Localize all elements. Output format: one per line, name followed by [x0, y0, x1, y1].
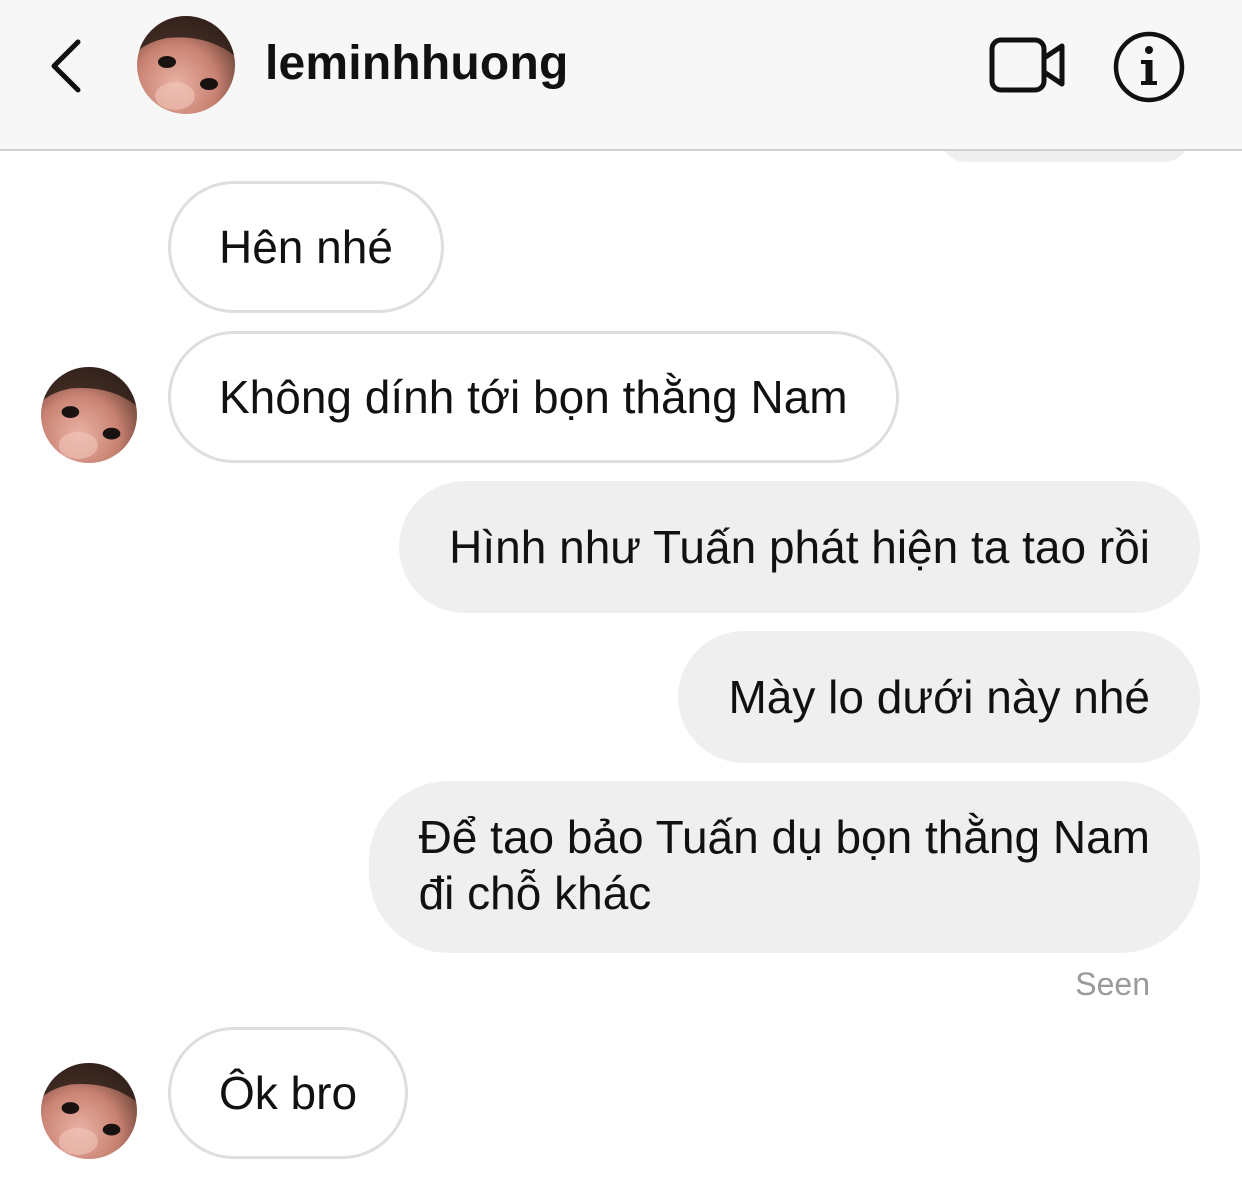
message-text: Không dính tới bọn thằng Nam [219, 371, 848, 423]
message-text: Mày lo dưới này nhé [728, 671, 1150, 723]
message-bubble-outgoing[interactable]: Hình như Tuấn phát hiện ta tao rồi [399, 481, 1200, 613]
avatar-photo [137, 16, 235, 114]
back-button[interactable] [40, 32, 100, 102]
avatar-photo [41, 1063, 137, 1159]
message-text-line-1: Để tao bảo Tuấn dụ bọn thằng Nam [418, 811, 1150, 863]
message-text-line-2: đi chỗ khác [418, 867, 652, 919]
chevron-left-icon [51, 39, 81, 93]
video-camera-icon [989, 37, 1065, 93]
info-button[interactable] [1112, 30, 1186, 104]
avatar-photo [41, 367, 137, 463]
message-text: Ôk bro [219, 1067, 358, 1119]
chat-screen: leminhhuong Hên nhé Không dính tới bọn t… [0, 0, 1242, 1180]
message-text: Hên nhé [219, 221, 393, 273]
message-text: Hình như Tuấn phát hiện ta tao rồi [449, 521, 1150, 573]
chat-header: leminhhuong [0, 0, 1242, 151]
message-bubble-outgoing[interactable]: Để tao bảo Tuấn dụ bọn thằng Nam đi chỗ … [368, 781, 1200, 953]
seen-status: Seen [1075, 966, 1150, 1002]
message-bubble-outgoing[interactable]: Mày lo dưới này nhé [678, 631, 1200, 763]
message-bubble-incoming[interactable]: Ôk bro [168, 1027, 409, 1159]
video-call-button[interactable] [988, 34, 1068, 96]
sender-avatar[interactable] [41, 367, 137, 463]
message-bubble-incoming[interactable]: Hên nhé [168, 181, 444, 313]
message-bubble-incoming[interactable]: Không dính tới bọn thằng Nam [168, 331, 899, 463]
sender-avatar[interactable] [41, 1063, 137, 1159]
chat-username[interactable]: leminhhuong [265, 36, 569, 91]
info-icon [1113, 31, 1185, 103]
header-avatar[interactable] [137, 16, 235, 114]
